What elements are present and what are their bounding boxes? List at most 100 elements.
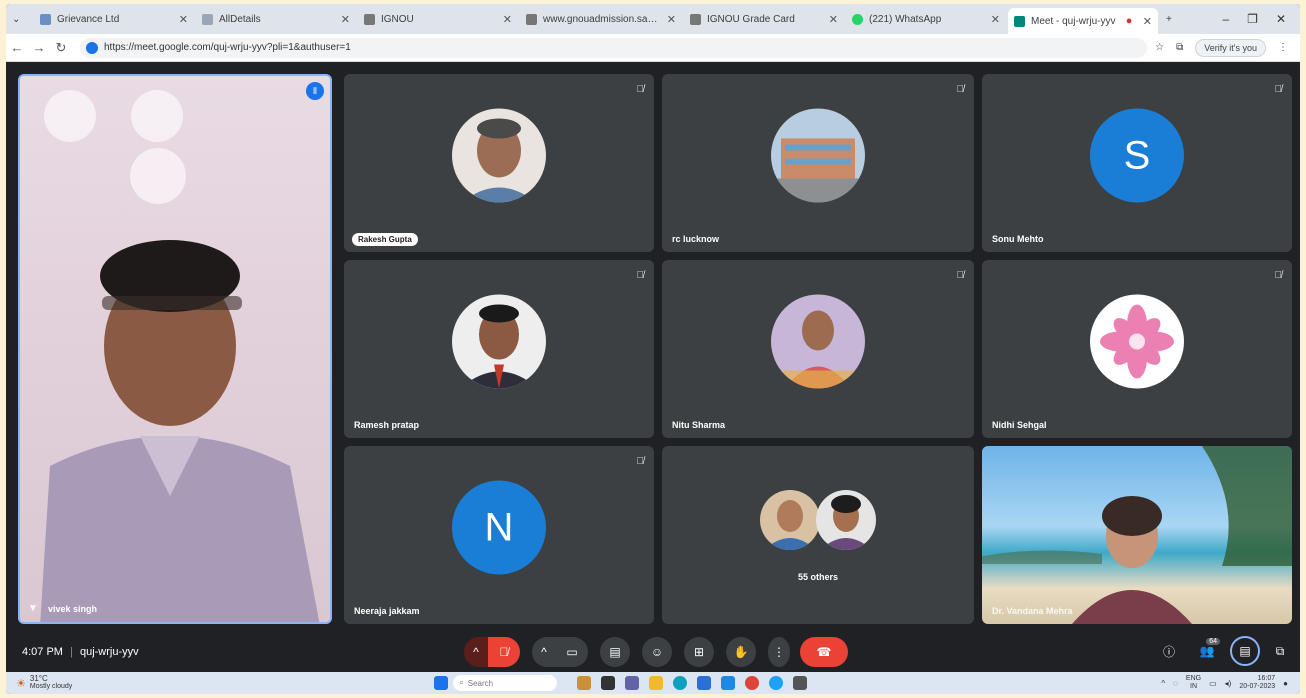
avatar — [452, 294, 546, 389]
minimize-icon[interactable]: – — [1222, 12, 1229, 26]
close-tab-icon[interactable]: ✕ — [335, 13, 350, 26]
close-window-icon[interactable]: ✕ — [1276, 12, 1286, 26]
emoji-reactions-button[interactable]: ☺ — [642, 637, 672, 667]
speaker-video — [40, 90, 320, 622]
meeting-stage: ⦀ vivek singh ▼ 🎙̸ Rakesh Gupta 🎙̸ rc lu… — [6, 62, 1300, 632]
close-tab-icon[interactable]: ✕ — [985, 13, 1000, 26]
tile-neeraja-jakkam[interactable]: 🎙̸ N Neeraja jakkam — [344, 446, 654, 624]
people-icon[interactable]: 👥 64 — [1192, 638, 1222, 658]
speaking-indicator-icon: ⦀ — [306, 82, 324, 100]
camera-app-icon[interactable] — [793, 676, 808, 690]
tile-others[interactable]: 55 others — [662, 446, 974, 624]
store-icon[interactable] — [697, 676, 712, 690]
widgets-icon[interactable] — [577, 676, 592, 690]
close-tab-icon[interactable]: ✕ — [173, 13, 188, 26]
teams-icon[interactable] — [625, 676, 640, 690]
participant-name: Nidhi Sehgal — [992, 420, 1047, 430]
tab-meet[interactable]: Meet - quj-wrju-yyv ● ✕ — [1008, 8, 1158, 34]
participant-name: Rakesh Gupta — [352, 233, 418, 246]
edge-dev-icon[interactable] — [769, 676, 784, 690]
activities-icon[interactable]: ⧉ — [1268, 644, 1292, 659]
back-icon[interactable]: ← — [6, 40, 28, 55]
tab-list-button[interactable]: ⌄ — [6, 7, 32, 31]
close-tab-icon[interactable]: ✕ — [661, 13, 676, 26]
close-tab-icon[interactable]: ✕ — [823, 13, 838, 26]
tile-presenter-video[interactable]: Dr. Vandana Mehra — [982, 446, 1292, 624]
mic-off-icon: 🎙̸ — [636, 456, 645, 467]
restore-icon[interactable]: ❐ — [1247, 12, 1258, 26]
verify-button[interactable]: Verify it's you — [1195, 38, 1266, 57]
avatar — [1090, 294, 1184, 389]
mic-off-icon: 🎙̸ — [956, 84, 965, 95]
camera-options-button[interactable]: ^ — [532, 637, 556, 667]
divider: | — [70, 646, 73, 658]
forward-icon[interactable]: → — [28, 40, 50, 55]
tab-alldetails[interactable]: AllDetails ✕ — [196, 7, 356, 31]
edge-icon[interactable] — [673, 676, 688, 690]
more-options-button[interactable]: ⋮ — [768, 637, 790, 667]
new-tab-button[interactable]: + — [1160, 7, 1184, 31]
network-icon[interactable]: ◌ — [1173, 679, 1178, 688]
participant-name: rc lucknow — [672, 234, 720, 244]
tile-nitu-sharma[interactable]: 🎙̸ Nitu Sharma — [662, 260, 974, 438]
tab-whatsapp[interactable]: (221) WhatsApp ✕ — [846, 7, 1006, 31]
tab-favicon — [690, 13, 701, 25]
mic-options-button[interactable]: ^ — [464, 637, 488, 667]
meeting-info: 4:07 PM | quj-wrju-yyv — [22, 646, 139, 658]
search-box[interactable]: ⌕ Search — [453, 675, 558, 691]
tab-favicon — [40, 13, 51, 25]
avatar — [816, 490, 876, 550]
tab-favicon — [526, 13, 537, 25]
notification-icon[interactable]: ● — [1283, 679, 1288, 688]
meeting-time: 4:07 PM — [22, 646, 63, 658]
tile-ramesh-pratap[interactable]: 🎙̸ Ramesh pratap — [344, 260, 654, 438]
reload-icon[interactable]: ↻ — [50, 40, 72, 56]
mic-off-icon: 🎙̸ — [1274, 84, 1283, 95]
pin-icon[interactable]: ▼ — [28, 603, 38, 614]
captions-button[interactable]: ▤ — [600, 637, 630, 667]
tab-change-address[interactable]: www.gnouadmission.samarth.edu.in/changea… — [520, 7, 682, 31]
tile-rakesh-gupta[interactable]: 🎙̸ Rakesh Gupta — [344, 74, 654, 252]
menu-icon[interactable]: ⋮ — [1278, 42, 1288, 53]
mic-off-icon: 🎙̸ — [636, 270, 645, 281]
leave-call-button[interactable]: ☎ — [800, 637, 848, 667]
show-hidden-icons-icon[interactable]: ^ — [1161, 679, 1165, 688]
mail-icon[interactable] — [721, 676, 736, 690]
tile-main-speaker[interactable]: ⦀ vivek singh ▼ — [18, 74, 332, 624]
taskbar: ☀ 31°C Mostly cloudy ⌕ Search ^ ◌ ENG IN… — [6, 672, 1300, 694]
tile-nidhi-sehgal[interactable]: 🎙̸ Nidhi Sehgal — [982, 260, 1292, 438]
clock[interactable]: 16:07 20-07-2023 — [1239, 675, 1275, 691]
volume-icon[interactable]: ◂) — [1225, 679, 1232, 688]
tile-sonu-mehto[interactable]: 🎙̸ S Sonu Mehto — [982, 74, 1292, 252]
file-explorer-icon[interactable] — [649, 676, 664, 690]
control-bar: 4:07 PM | quj-wrju-yyv ^ 🎙̸ ^ ▭ ▤ ☺ ⊞ ✋ … — [6, 632, 1300, 672]
url-input[interactable]: https://meet.google.com/quj-wrju-yyv?pli… — [80, 37, 1148, 58]
chrome-icon[interactable] — [745, 676, 760, 690]
meeting-details-icon[interactable]: ⓘ — [1154, 643, 1184, 660]
close-tab-icon[interactable]: ✕ — [1137, 15, 1152, 28]
raise-hand-button[interactable]: ✋ — [726, 637, 756, 667]
task-view-icon[interactable] — [601, 676, 616, 690]
tab-grievance[interactable]: Grievance Ltd ✕ — [34, 7, 194, 31]
mic-off-icon: 🎙̸ — [956, 270, 965, 281]
camera-off-button[interactable]: ▭ — [556, 637, 588, 667]
language-indicator[interactable]: ENG IN — [1186, 675, 1201, 691]
participant-name: Sonu Mehto — [992, 234, 1044, 244]
present-screen-button[interactable]: ⊞ — [684, 637, 714, 667]
mic-off-button[interactable]: 🎙̸ — [488, 637, 520, 667]
screen: ⌄ Grievance Ltd ✕ AllDetails ✕ IGNOU ✕ w… — [6, 4, 1300, 694]
tile-rc-lucknow[interactable]: 🎙̸ rc lucknow — [662, 74, 974, 252]
tab-grade-card[interactable]: IGNOU Grade Card ✕ — [684, 7, 844, 31]
extensions-icon[interactable]: ⧉ — [1176, 42, 1183, 53]
chat-icon[interactable]: ▤ — [1230, 636, 1260, 666]
start-icon[interactable] — [434, 676, 449, 690]
weather-widget[interactable]: 31°C Mostly cloudy — [30, 675, 72, 691]
avatar — [771, 294, 865, 389]
tab-ignou[interactable]: IGNOU ✕ — [358, 7, 518, 31]
bookmark-star-icon[interactable]: ☆ — [1155, 42, 1164, 53]
close-tab-icon[interactable]: ✕ — [497, 13, 512, 26]
participant-count-badge: 64 — [1206, 638, 1220, 645]
display-icon[interactable]: ▭ — [1209, 679, 1217, 688]
site-info-icon[interactable] — [86, 41, 98, 54]
weather-icon[interactable]: ☀ — [16, 677, 26, 690]
